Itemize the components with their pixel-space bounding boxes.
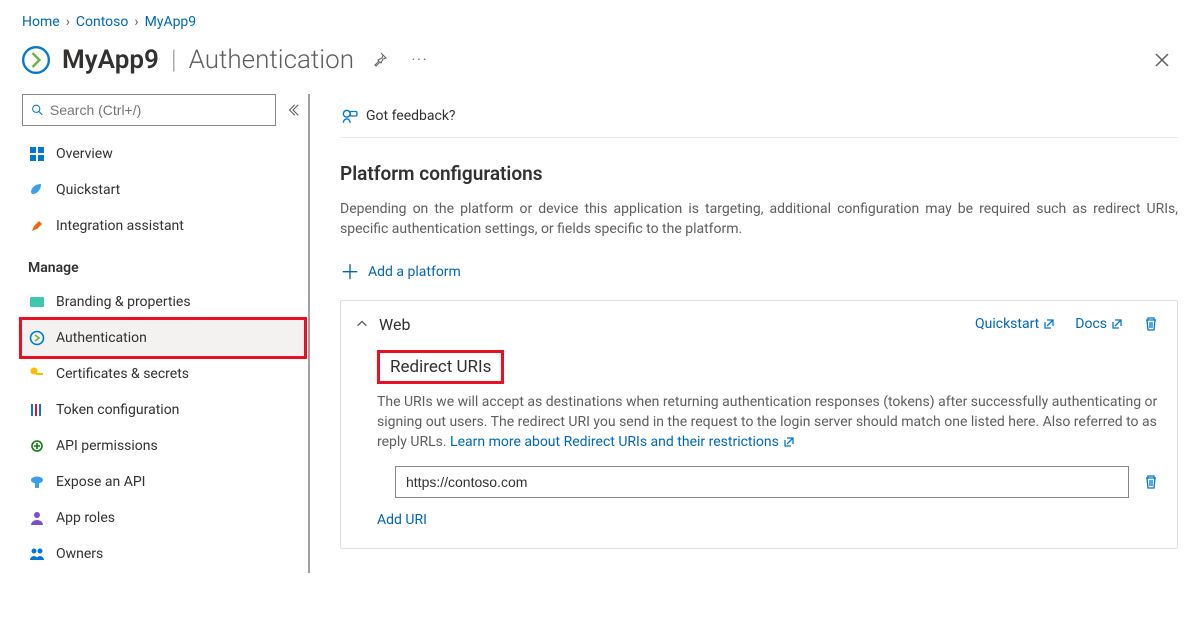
web-platform-title: Web <box>379 315 410 334</box>
sidebar-item-app-roles[interactable]: App roles <box>22 500 304 536</box>
feedback-label: Got feedback? <box>366 108 456 124</box>
redirect-uri-row <box>395 466 1159 498</box>
breadcrumb-tenant[interactable]: Contoso <box>76 14 128 30</box>
delete-uri-button[interactable] <box>1143 474 1159 490</box>
close-button[interactable] <box>1146 44 1178 76</box>
sidebar-item-label: Certificates & secrets <box>56 366 189 382</box>
breadcrumb-sep: › <box>134 14 138 30</box>
expose-api-icon <box>28 473 46 491</box>
app-registration-icon <box>22 46 50 74</box>
authentication-icon <box>28 329 46 347</box>
token-icon <box>28 401 46 419</box>
highlight-authentication: Authentication <box>19 317 307 359</box>
feedback-button[interactable]: Got feedback? <box>340 94 1178 138</box>
sidebar-item-label: Branding & properties <box>56 294 191 310</box>
trash-icon <box>1143 316 1159 332</box>
sidebar-item-overview[interactable]: Overview <box>22 136 304 172</box>
sidebar-section-manage: Manage <box>22 244 304 284</box>
breadcrumb-home[interactable]: Home <box>22 14 60 30</box>
external-link-icon <box>783 436 795 448</box>
learn-more-redirect-link[interactable]: Learn more about Redirect URIs and their… <box>450 432 795 452</box>
sidebar-search[interactable] <box>22 94 276 126</box>
branding-icon <box>28 293 46 311</box>
breadcrumb-sep: › <box>66 14 70 30</box>
breadcrumb-app[interactable]: MyApp9 <box>145 14 197 30</box>
page-title: MyApp9 | Authentication <box>62 45 354 75</box>
more-button[interactable]: ··· <box>406 46 434 74</box>
quickstart-icon <box>28 181 46 199</box>
chevron-up-icon <box>355 317 369 331</box>
search-icon <box>31 103 44 117</box>
app-roles-icon <box>28 509 46 527</box>
sidebar-item-api-permissions[interactable]: API permissions <box>22 428 304 464</box>
sidebar-item-label: Owners <box>56 546 103 562</box>
sidebar-item-label: API permissions <box>56 438 158 454</box>
delete-platform-button[interactable] <box>1143 316 1159 332</box>
api-permissions-icon <box>28 437 46 455</box>
redirect-uris-description: The URIs we will accept as destinations … <box>377 392 1159 453</box>
platform-configurations-description: Depending on the platform or device this… <box>340 199 1178 240</box>
key-icon <box>28 365 46 383</box>
feedback-icon <box>340 107 358 125</box>
title-app-name: MyApp9 <box>62 45 159 75</box>
rocket-icon <box>28 217 46 235</box>
add-platform-button[interactable]: ＋ Add a platform <box>340 262 1178 282</box>
sidebar-item-certificates[interactable]: Certificates & secrets <box>22 356 304 392</box>
sidebar-item-label: App roles <box>56 510 115 526</box>
add-uri-button[interactable]: Add URI <box>377 512 1159 528</box>
redirect-uri-input[interactable] <box>395 466 1129 498</box>
search-input[interactable] <box>50 102 267 118</box>
highlight-redirect-uris: Redirect URIs <box>377 350 504 384</box>
redirect-uris-heading: Redirect URIs <box>390 357 491 377</box>
external-link-icon <box>1043 318 1055 330</box>
sidebar-item-label: Expose an API <box>56 474 145 490</box>
main-content: Got feedback? Platform configurations De… <box>310 94 1200 573</box>
sidebar-item-branding[interactable]: Branding & properties <box>22 284 304 320</box>
owners-icon <box>28 545 46 563</box>
pin-button[interactable] <box>366 46 394 74</box>
overview-icon <box>28 145 46 163</box>
collapse-card-button[interactable] <box>355 317 369 331</box>
web-platform-card: Web Quickstart Docs Redirect URIs <box>340 300 1178 550</box>
sidebar-item-integration-assistant[interactable]: Integration assistant <box>22 208 304 244</box>
external-link-icon <box>1111 318 1123 330</box>
sidebar-item-expose-api[interactable]: Expose an API <box>22 464 304 500</box>
title-separator: | <box>171 45 177 75</box>
sidebar-item-authentication[interactable]: Authentication <box>22 320 304 356</box>
add-platform-label: Add a platform <box>368 264 461 280</box>
platform-configurations-heading: Platform configurations <box>340 162 1178 185</box>
docs-link[interactable]: Docs <box>1075 316 1123 332</box>
plus-icon: ＋ <box>340 262 360 282</box>
collapse-sidebar-button[interactable] <box>286 103 304 117</box>
page-header: MyApp9 | Authentication ··· <box>0 36 1200 94</box>
sidebar-item-label: Authentication <box>56 330 147 346</box>
sidebar-item-label: Token configuration <box>56 402 179 418</box>
sidebar: Overview Quickstart Integration assistan… <box>22 94 310 573</box>
sidebar-item-owners[interactable]: Owners <box>22 536 304 572</box>
trash-icon <box>1143 474 1159 490</box>
sidebar-item-label: Overview <box>56 146 113 162</box>
sidebar-item-label: Integration assistant <box>56 218 184 234</box>
sidebar-item-label: Quickstart <box>56 182 120 198</box>
title-section: Authentication <box>189 45 354 75</box>
sidebar-item-token-config[interactable]: Token configuration <box>22 392 304 428</box>
quickstart-link[interactable]: Quickstart <box>975 316 1055 332</box>
breadcrumb: Home › Contoso › MyApp9 <box>0 0 1200 36</box>
sidebar-item-quickstart[interactable]: Quickstart <box>22 172 304 208</box>
